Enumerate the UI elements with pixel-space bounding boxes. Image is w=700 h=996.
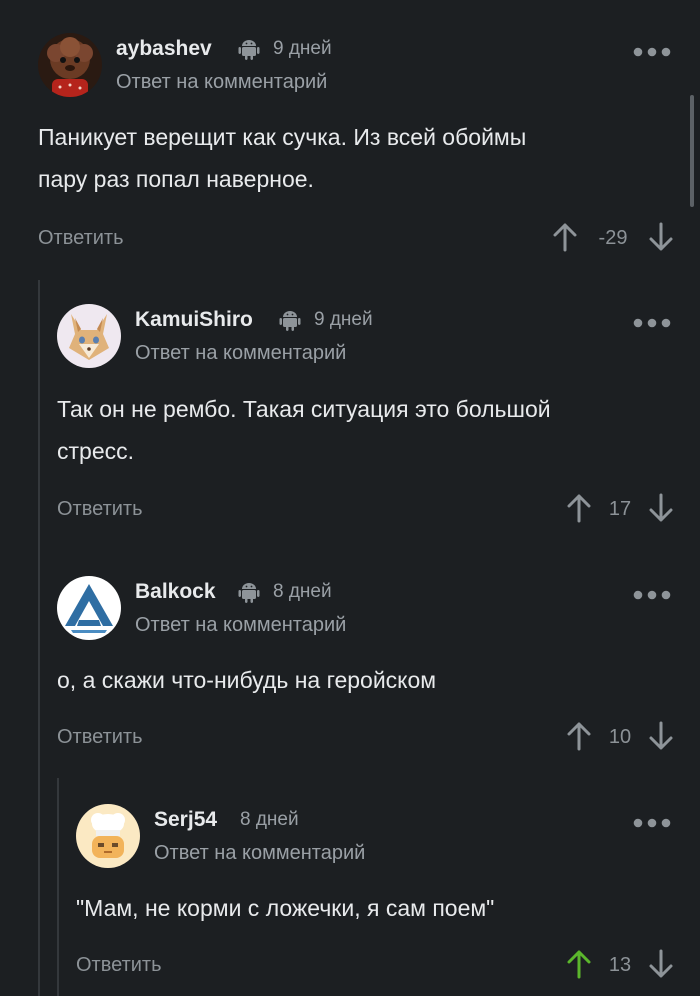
more-options-icon[interactable] <box>632 316 672 330</box>
reply-to-link[interactable]: Ответ на комментарий <box>154 842 365 865</box>
rating-count: -29 <box>598 227 628 249</box>
rating-count: 17 <box>608 498 632 520</box>
avatar[interactable] <box>76 804 140 868</box>
author-name[interactable]: Serj54 <box>154 808 217 832</box>
downvote-arrow-icon[interactable] <box>648 949 674 979</box>
downvote-arrow-icon[interactable] <box>648 222 674 252</box>
fox-avatar-icon <box>57 304 121 368</box>
author-name[interactable]: Balkock <box>135 580 216 604</box>
comment-text-line: стресс. <box>57 438 135 464</box>
comment-text-line: Паникует верещит как сучка. Из всей обой… <box>38 124 527 150</box>
thread-line-level-1[interactable] <box>38 280 40 996</box>
comment-text: Паникует верещит как сучка. Из всей обой… <box>38 116 526 200</box>
reply-to-link[interactable]: Ответ на комментарий <box>135 342 346 365</box>
reply-button[interactable]: Ответить <box>38 227 124 250</box>
comment-text: "Мам, не корми с ложечки, я сам поем" <box>76 887 494 929</box>
more-options-icon[interactable] <box>632 45 672 59</box>
comment-text: Так он не рембо. Такая ситуация это боль… <box>57 388 551 472</box>
upvote-arrow-icon[interactable] <box>566 493 592 523</box>
comments-page: aybashev 9 дней Ответ на комментарий Пан… <box>0 0 700 996</box>
scrollbar-thumb[interactable] <box>690 95 694 207</box>
rating-count: 10 <box>608 726 632 748</box>
reply-button[interactable]: Ответить <box>57 498 143 521</box>
downvote-arrow-icon[interactable] <box>648 721 674 751</box>
android-icon <box>238 39 260 61</box>
more-options-icon[interactable] <box>632 588 672 602</box>
comment-time: 8 дней <box>273 581 332 602</box>
comment-text-line: о, а скажи что-нибудь на геройском <box>57 667 437 693</box>
comment-text: о, а скажи что-нибудь на геройском <box>57 659 436 701</box>
brown-dog-avatar-icon <box>38 33 102 97</box>
thread-line-level-2[interactable] <box>57 778 59 996</box>
android-icon <box>238 582 260 604</box>
comment-time: 9 дней <box>273 38 332 59</box>
comment-time: 8 дней <box>240 809 299 830</box>
author-name[interactable]: KamuiShiro <box>135 308 253 332</box>
comment-text-line: Так он не рембо. Такая ситуация это боль… <box>57 396 551 422</box>
avatar[interactable] <box>57 304 121 368</box>
more-options-icon[interactable] <box>632 816 672 830</box>
author-name[interactable]: aybashev <box>116 37 212 61</box>
comment-text-line: пару раз попал наверное. <box>38 166 314 192</box>
upvote-arrow-icon[interactable] <box>552 222 578 252</box>
reply-to-link[interactable]: Ответ на комментарий <box>116 71 327 94</box>
android-icon <box>279 310 301 332</box>
downvote-arrow-icon[interactable] <box>648 493 674 523</box>
reply-button[interactable]: Ответить <box>57 726 143 749</box>
comment-time: 9 дней <box>314 309 373 330</box>
comment-text-line: "Мам, не корми с ложечки, я сам поем" <box>76 895 495 921</box>
chef-avatar-icon <box>76 804 140 868</box>
avatar[interactable] <box>57 576 121 640</box>
reply-to-link[interactable]: Ответ на комментарий <box>135 614 346 637</box>
avatar[interactable] <box>38 33 102 97</box>
rating-count: 13 <box>608 954 632 976</box>
triangle-logo-avatar-icon <box>57 576 121 640</box>
upvote-arrow-icon[interactable] <box>566 721 592 751</box>
upvote-arrow-icon[interactable] <box>566 949 592 979</box>
reply-button[interactable]: Ответить <box>76 954 162 977</box>
